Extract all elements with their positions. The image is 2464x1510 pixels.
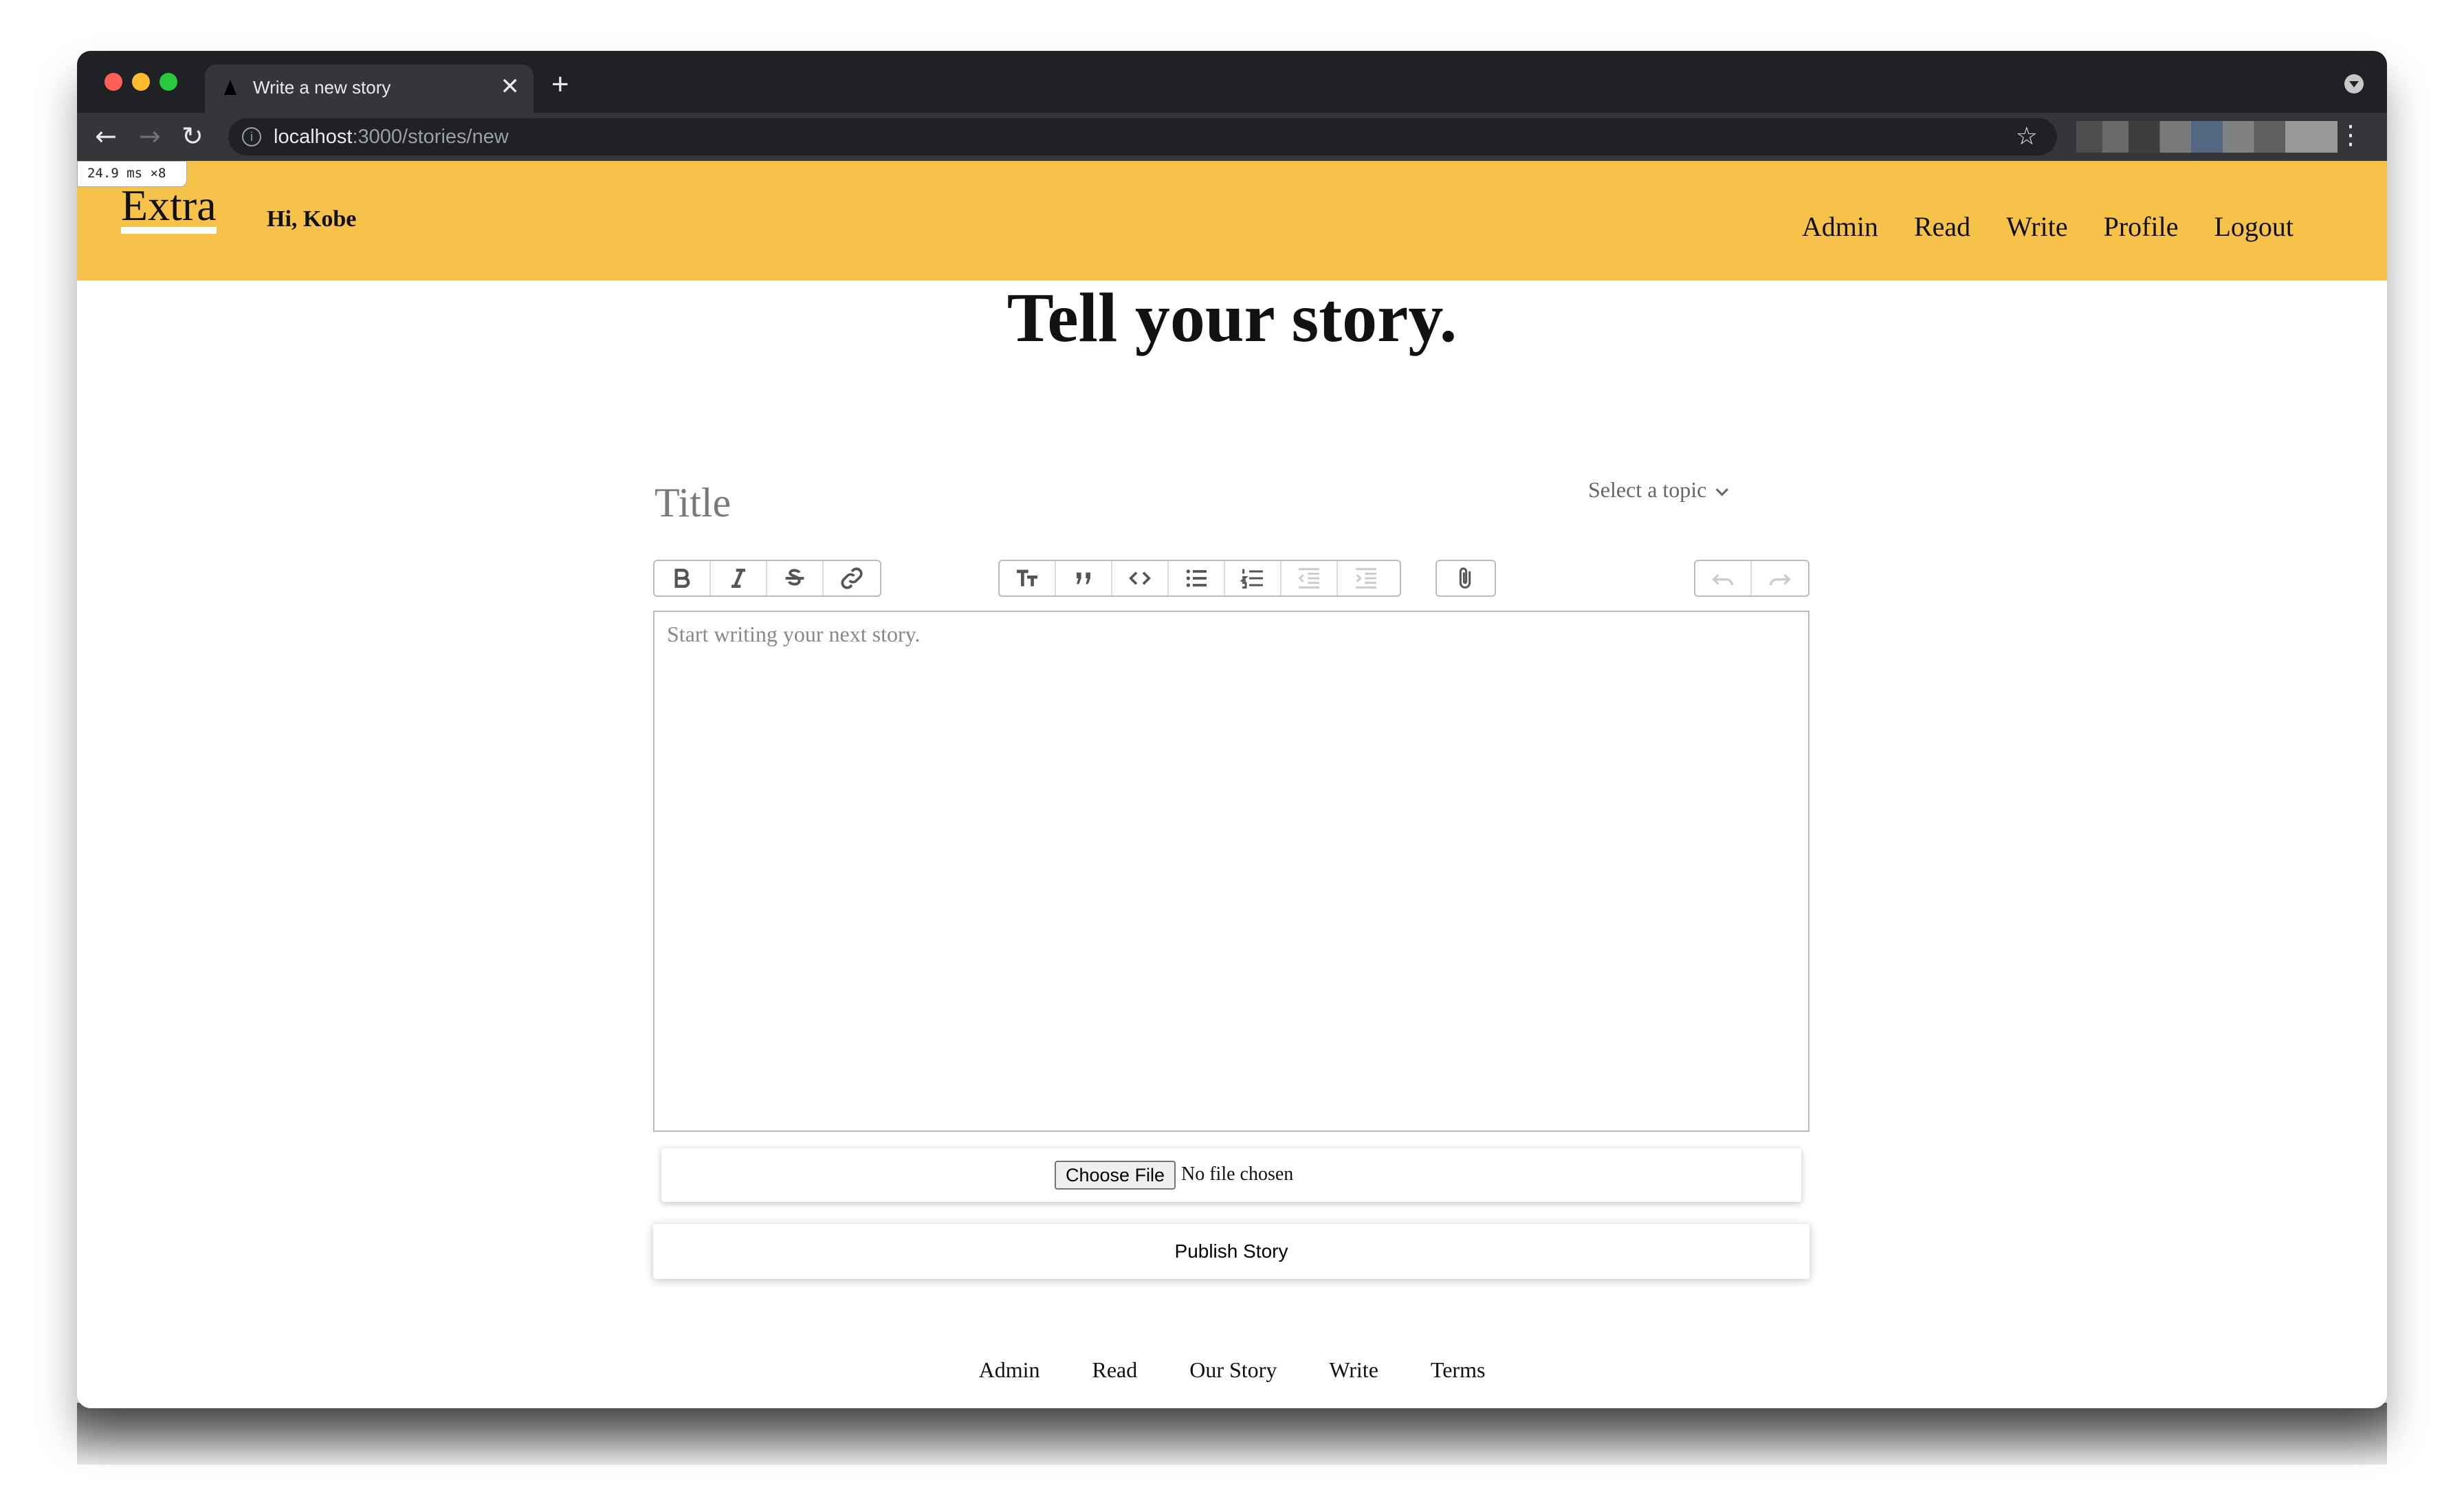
nav-write[interactable]: Write: [2006, 210, 2067, 243]
bullet-list-icon[interactable]: [1169, 561, 1225, 595]
file-status: No file chosen: [1181, 1163, 1294, 1185]
topic-select[interactable]: Select a topic: [1588, 477, 1729, 503]
redo-icon[interactable]: [1752, 561, 1808, 595]
code-icon[interactable]: [1112, 561, 1169, 595]
tab-strip: Write a new story ✕ +: [77, 51, 2387, 113]
undo-icon[interactable]: [1695, 561, 1752, 595]
chevron-down-icon: [1715, 483, 1729, 496]
url-text[interactable]: localhost:3000/stories/new: [274, 126, 509, 149]
quote-icon[interactable]: [1056, 561, 1112, 595]
tab-title: Write a new story: [253, 77, 391, 98]
minimize-window-button[interactable]: [132, 73, 150, 91]
window-shadow: [77, 1403, 2387, 1465]
editor-placeholder: Start writing your next story.: [667, 622, 921, 646]
footer-read[interactable]: Read: [1092, 1357, 1137, 1383]
bold-icon[interactable]: [654, 561, 711, 595]
perf-overlay: 24.9 ms ×8: [77, 161, 187, 187]
link-icon[interactable]: [824, 561, 880, 595]
browser-tab[interactable]: Write a new story ✕: [205, 65, 534, 113]
footer-admin[interactable]: Admin: [979, 1357, 1040, 1383]
nav-profile[interactable]: Profile: [2104, 210, 2179, 243]
story-editor[interactable]: Start writing your next story.: [653, 611, 1810, 1132]
nav-read[interactable]: Read: [1914, 210, 1970, 243]
bookmark-star-icon[interactable]: ☆: [2016, 122, 2038, 151]
chrome-menu-icon[interactable]: ⋮: [2338, 120, 2364, 150]
numbered-list-icon[interactable]: [1225, 561, 1282, 595]
site-info-icon[interactable]: i: [242, 127, 261, 146]
heading-icon[interactable]: [1000, 561, 1056, 595]
format-group: [653, 560, 881, 597]
file-upload: Choose File No file chosen: [661, 1148, 1801, 1202]
browser-window: Write a new story ✕ + ← → ↻ i localhost:…: [77, 51, 2387, 1408]
block-group: [998, 560, 1401, 597]
choose-file-button[interactable]: Choose File: [1055, 1161, 1176, 1190]
nav-logout[interactable]: Logout: [2214, 210, 2294, 243]
page-title: Tell your story.: [1006, 279, 1458, 357]
outdent-icon[interactable]: [1282, 561, 1338, 595]
nav-admin[interactable]: Admin: [1802, 210, 1878, 243]
history-group: [1694, 560, 1810, 597]
site-footer: Admin Read Our Story Write Terms: [77, 1357, 2387, 1383]
italic-icon[interactable]: [711, 561, 767, 595]
extensions-area[interactable]: [2076, 121, 2338, 153]
chrome-profile-icon[interactable]: [2344, 74, 2364, 94]
story-title-input[interactable]: [653, 474, 1343, 531]
main-nav: Admin Read Write Profile Logout: [1802, 210, 2294, 243]
reload-icon[interactable]: ↻: [182, 121, 204, 151]
site-logo[interactable]: Extra: [121, 184, 217, 234]
footer-write[interactable]: Write: [1329, 1357, 1378, 1383]
address-bar[interactable]: i localhost:3000/stories/new ☆: [228, 118, 2057, 155]
indent-icon[interactable]: [1338, 561, 1394, 595]
site-header: Extra Hi, Kobe Admin Read Write Profile …: [77, 161, 2387, 281]
tab-favicon-icon: [224, 80, 236, 95]
attach-icon[interactable]: [1437, 561, 1493, 595]
strikethrough-icon[interactable]: [767, 561, 824, 595]
back-icon[interactable]: ←: [95, 121, 117, 151]
publish-button[interactable]: Publish Story: [653, 1224, 1810, 1279]
attach-group: [1436, 560, 1496, 597]
toolbar: ← → ↻ i localhost:3000/stories/new ☆ ⋮: [77, 113, 2387, 161]
maximize-window-button[interactable]: [160, 73, 177, 91]
footer-our-story[interactable]: Our Story: [1189, 1357, 1277, 1383]
close-window-button[interactable]: [104, 73, 122, 91]
footer-terms[interactable]: Terms: [1431, 1357, 1486, 1383]
user-greeting: Hi, Kobe: [267, 206, 357, 232]
forward-icon[interactable]: →: [139, 121, 161, 151]
tab-close-icon[interactable]: ✕: [500, 73, 520, 100]
new-tab-button[interactable]: +: [551, 67, 569, 102]
